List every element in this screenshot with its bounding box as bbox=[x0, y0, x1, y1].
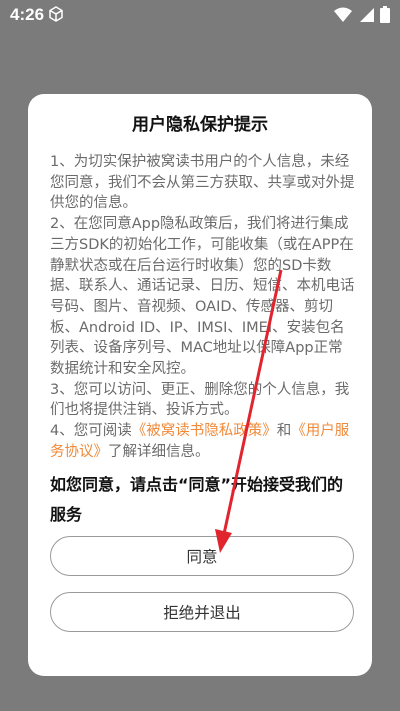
privacy-dialog: 用户隐私保护提示 1、为切实保护被窝读书用户的个人信息，未经您同意，我们不会从第… bbox=[28, 94, 372, 676]
signal-icon bbox=[358, 7, 374, 27]
p4-and: 和 bbox=[276, 423, 292, 440]
status-time: 4:26 bbox=[10, 5, 45, 24]
p4-suffix: 了解详细信息。 bbox=[108, 443, 210, 460]
battery-icon bbox=[380, 6, 390, 27]
consent-prompt: 如您同意，请点击“同意”开始接受我们的服务 bbox=[50, 475, 344, 524]
policy-text: 1、为切实保护被窝读书用户的个人信息，未经您同意，我们不会从第三方获取、共享或对… bbox=[50, 152, 356, 463]
agree-button[interactable]: 同意 bbox=[50, 536, 354, 576]
status-bar: 4:26 bbox=[0, 0, 400, 30]
p4-prefix: 4、您可阅读 bbox=[50, 423, 132, 440]
policy-paragraph-2: 2、在您同意App隐私政策后，我们将进行集成三方SDK的初始化工作，可能收集（或… bbox=[50, 216, 355, 378]
policy-paragraph-4: 4、您可阅读《被窝读书隐私政策》和《用户服务协议》了解详细信息。 bbox=[50, 421, 356, 462]
privacy-policy-link[interactable]: 《被窝读书隐私政策》 bbox=[132, 423, 277, 439]
policy-paragraph-1: 1、为切实保护被窝读书用户的个人信息，未经您同意，我们不会从第三方获取、共享或对… bbox=[50, 154, 355, 212]
policy-paragraph-3: 3、您可以访问、更正、删除您的个人信息，我们也将提供注销、投诉方式。 bbox=[50, 381, 350, 419]
wifi-icon bbox=[334, 7, 352, 27]
dialog-title: 用户隐私保护提示 bbox=[132, 115, 268, 135]
cube-icon bbox=[48, 6, 64, 26]
reject-exit-button[interactable]: 拒绝并退出 bbox=[50, 592, 354, 632]
